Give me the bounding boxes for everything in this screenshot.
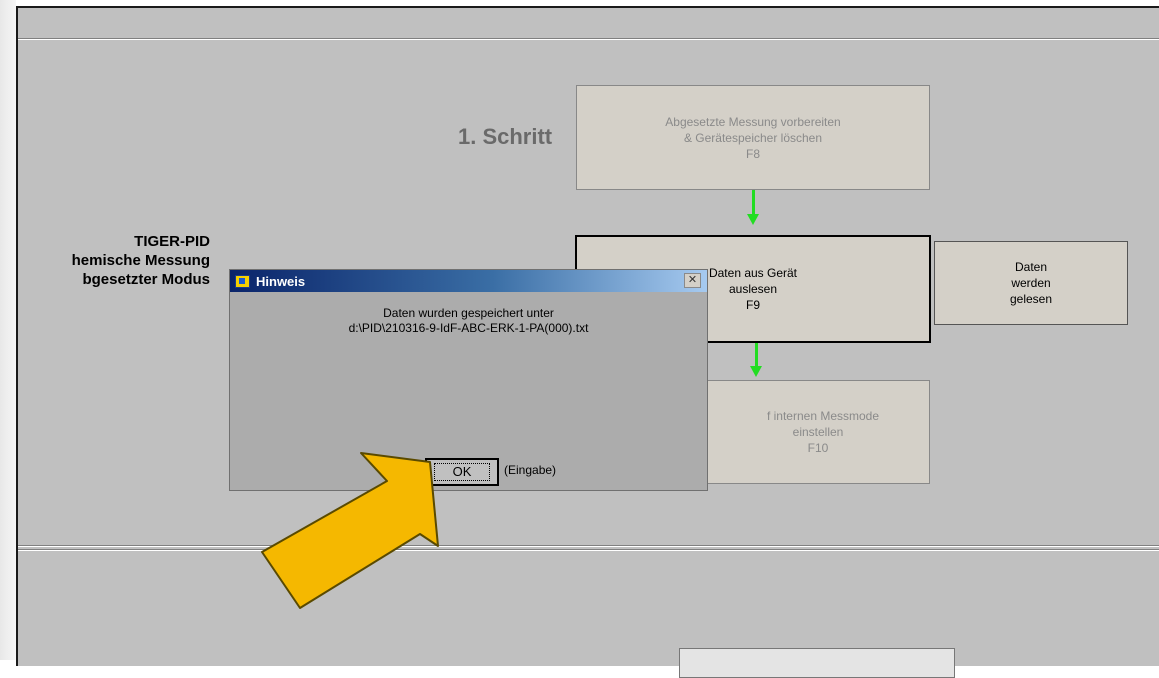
pointer-arrow-icon [261,452,439,609]
